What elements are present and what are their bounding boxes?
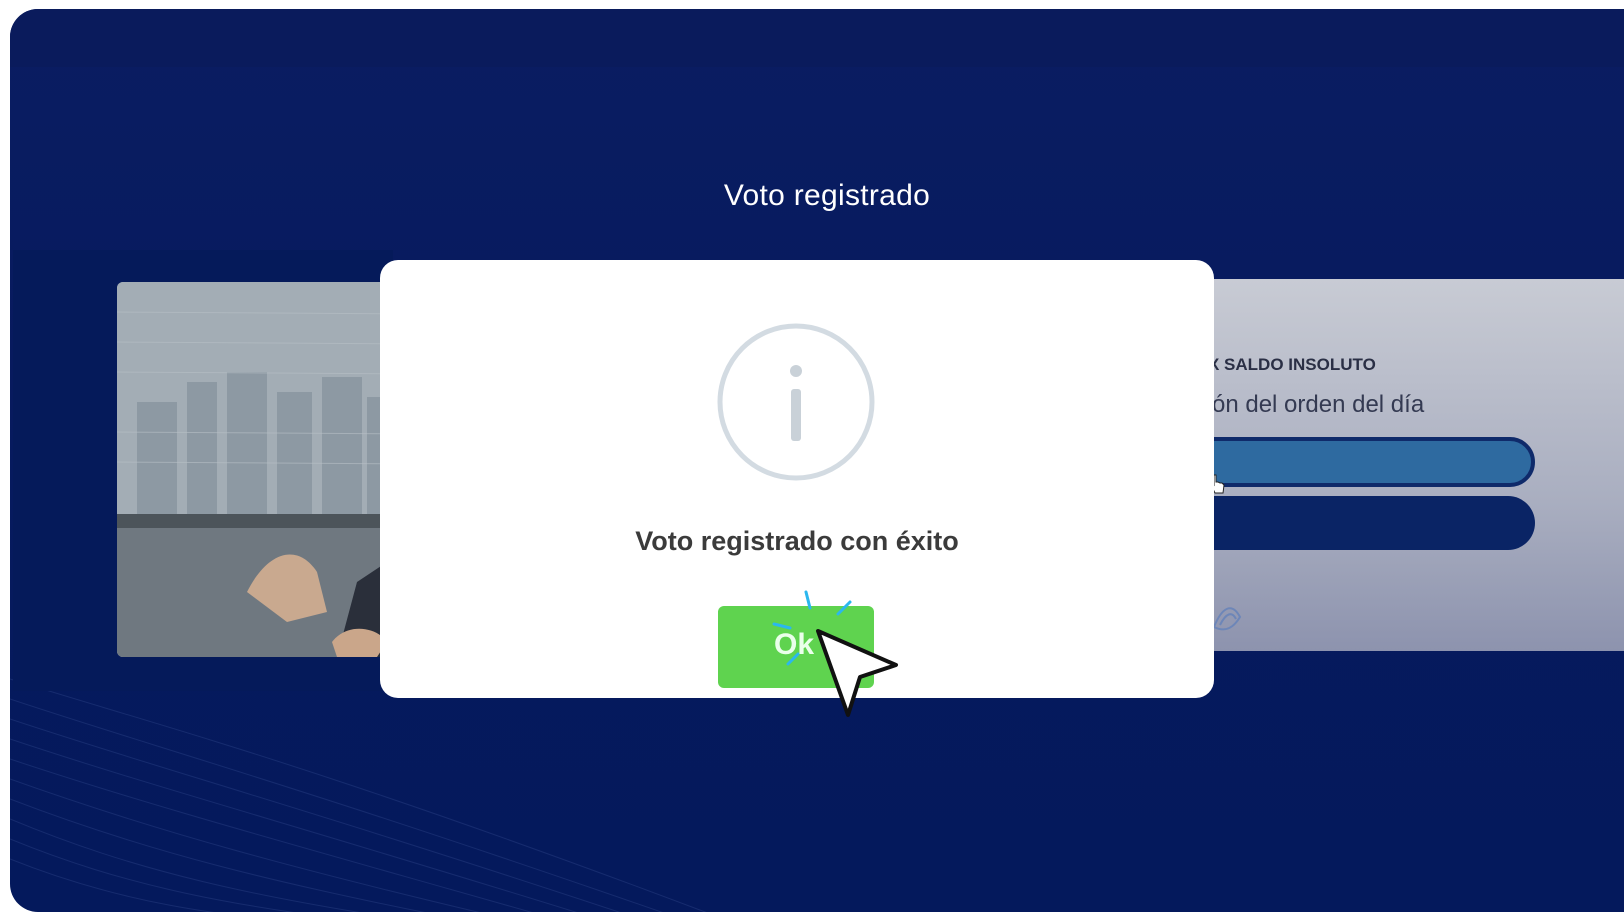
dialog-message: Voto registrado con éxito <box>635 526 959 556</box>
agenda-card: X SALDO INSOLUTO ón del orden del día <box>1160 279 1624 651</box>
vote-option-button-2[interactable] <box>1160 496 1535 550</box>
agenda-card-subtitle: ón del orden del día <box>1212 391 1425 418</box>
page-heading: Voto registrado <box>723 179 931 212</box>
top-bar <box>10 9 1624 67</box>
logo-icon <box>1212 607 1242 631</box>
agenda-card-label: X SALDO INSOLUTO <box>1208 355 1376 374</box>
arrow-cursor-icon <box>816 629 898 717</box>
photo-illustration <box>117 282 417 657</box>
info-circle-icon <box>717 323 875 481</box>
presenter-photo <box>117 282 417 657</box>
background-waves <box>10 678 707 912</box>
